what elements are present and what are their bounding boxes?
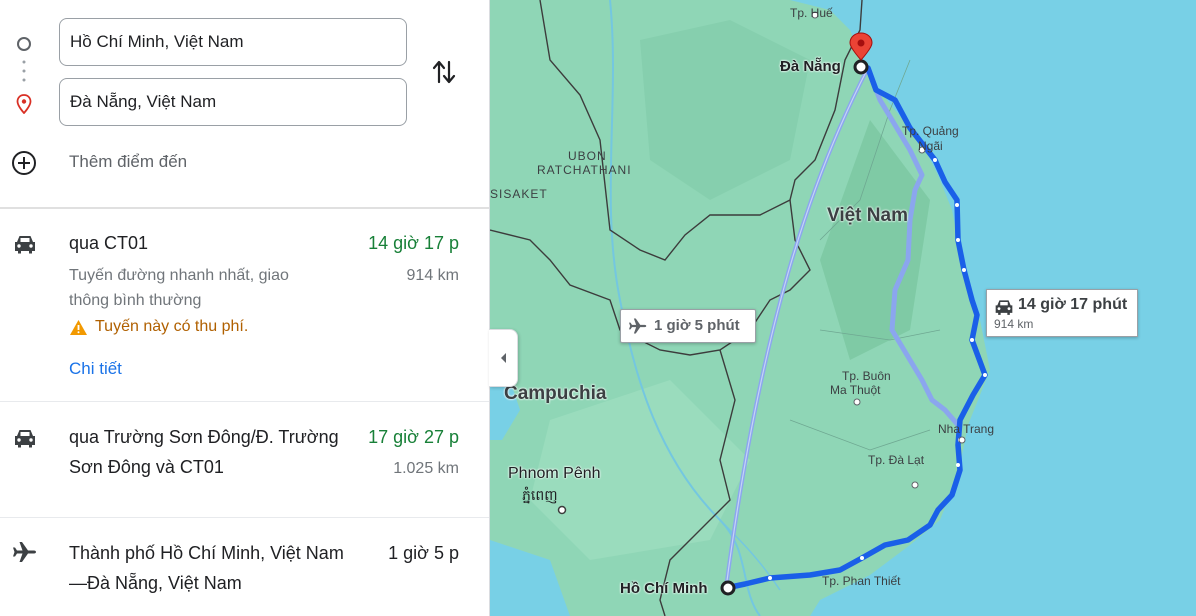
chevron-left-icon	[501, 353, 506, 363]
destination-circle-marker	[853, 59, 869, 75]
map-label-buon-ma-thuot-2: Ma Thuột	[830, 383, 881, 397]
map-label-ubon: UBON	[568, 149, 607, 163]
route-time: 1 giờ 5 p	[388, 543, 459, 563]
route-title: qua CT01	[69, 233, 149, 253]
destination-input[interactable]	[60, 79, 390, 125]
location-pin-icon	[16, 94, 32, 114]
circle-icon	[17, 37, 31, 51]
map-label-phnom-penh: Phnom Pênh	[508, 465, 601, 482]
airplane-icon	[13, 542, 36, 562]
route-distance: 1.025 km	[393, 460, 459, 477]
car-icon	[15, 236, 35, 254]
route-time: 17 giờ 27 p	[368, 427, 459, 447]
airplane-icon	[629, 318, 647, 334]
directions-panel: Thêm điểm đến qua CT01 14 giờ 17 p 914 k…	[0, 0, 490, 616]
route-title: Thành phố Hồ Chí Minh, Việt Nam—Đà Nẵng,…	[69, 543, 344, 593]
map-label-buon-ma-thuot: Tp. Buôn	[842, 369, 891, 383]
add-destination-button[interactable]: Thêm điểm đến	[69, 152, 187, 172]
flight-duration-text: 1 giờ 5 phút	[654, 317, 740, 334]
origin-input[interactable]	[60, 19, 390, 65]
drive-duration-callout[interactable]: 14 giờ 17 phút 914 km	[986, 289, 1138, 337]
route-option-flight[interactable]: Thành phố Hồ Chí Minh, Việt Nam—Đà Nẵng,…	[0, 518, 489, 616]
route-dots-icon	[22, 60, 26, 82]
map-label-hue: Tp. Huế	[790, 6, 833, 20]
flight-duration-callout[interactable]: 1 giờ 5 phút	[620, 309, 756, 343]
map-label-phnom-penh-khmer: ភ្នំពេញ	[522, 487, 558, 503]
map-view[interactable]: Tp. Huế Đà Nẵng Tp. Quảng Ngãi UBON RATC…	[490, 0, 1196, 616]
drive-duration-text: 14 giờ 17 phút	[1018, 296, 1128, 313]
destination-field[interactable]	[59, 78, 407, 126]
car-icon	[15, 430, 35, 448]
map-label-quang-ngai-2: Ngãi	[918, 139, 943, 153]
drive-distance-text: 914 km	[994, 317, 1034, 331]
car-icon	[995, 300, 1013, 315]
map-label-da-lat: Tp. Đà Lạt	[868, 453, 925, 467]
divider	[0, 207, 489, 209]
map-label-viet-nam: Việt Nam	[827, 205, 908, 226]
route-option-ct01[interactable]: qua CT01 14 giờ 17 p 914 km Tuyến đường …	[0, 210, 489, 402]
toll-warning: Tuyến này có thu phí.	[95, 318, 249, 335]
map-label-ho-chi-minh: Hồ Chí Minh	[620, 580, 708, 597]
origin-marker[interactable]	[720, 580, 736, 596]
map-label-phan-thiet: Tp. Phan Thiết	[822, 574, 901, 588]
route-title: qua Trường Sơn Đông/Đ. Trường Sơn Đông v…	[69, 427, 339, 477]
warning-icon	[70, 320, 87, 335]
route-description: Tuyến đường nhanh nhất, giao thông bình …	[69, 267, 289, 309]
swap-vertical-icon	[432, 60, 456, 84]
map-label-ubon-2: RATCHATHANI	[537, 163, 632, 177]
swap-button[interactable]	[430, 56, 458, 88]
route-distance: 914 km	[406, 267, 459, 284]
collapse-panel-button[interactable]	[489, 329, 518, 387]
route-time: 14 giờ 17 p	[368, 233, 459, 253]
add-circle-icon[interactable]	[11, 150, 37, 176]
map-label-sisaket: SISAKET	[490, 187, 548, 201]
origin-field[interactable]	[59, 18, 407, 66]
map-label-campuchia: Campuchia	[504, 383, 607, 404]
route-option-truong-son-dong[interactable]: qua Trường Sơn Đông/Đ. Trường Sơn Đông v…	[0, 402, 489, 517]
map-label-da-nang: Đà Nẵng	[780, 58, 841, 75]
details-link[interactable]: Chi tiết	[69, 359, 122, 379]
map-label-quang-ngai: Tp. Quảng	[902, 124, 959, 138]
map-label-nha-trang: Nha Trang	[938, 422, 995, 436]
